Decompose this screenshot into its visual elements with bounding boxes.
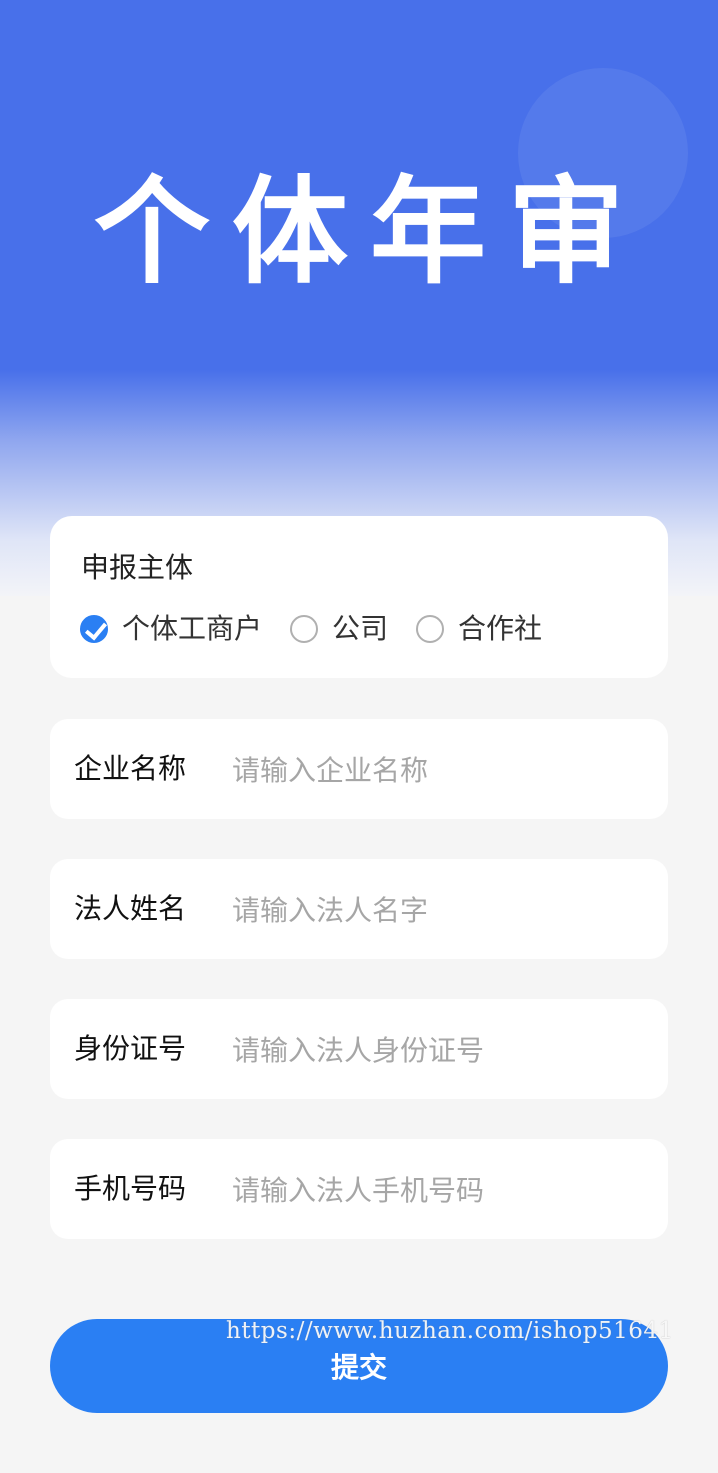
company-name-label: 企业名称: [74, 752, 187, 785]
hero-banner: 个体年审: [0, 0, 718, 596]
radio-label-cooperative: 合作社: [458, 612, 543, 645]
legal-person-label: 法人姓名: [74, 892, 187, 925]
radio-company[interactable]: 公司: [290, 612, 388, 646]
subject-label: 申报主体: [81, 551, 194, 584]
checkmark-icon[interactable]: [80, 615, 108, 643]
radio-individual[interactable]: 个体工商户: [80, 612, 262, 646]
page-title: 个体年审: [94, 165, 646, 300]
legal-person-input[interactable]: [230, 883, 654, 937]
radio-cooperative[interactable]: 合作社: [416, 612, 542, 646]
company-name-field: 企业名称: [50, 719, 668, 819]
radio-label-individual: 个体工商户: [122, 612, 263, 645]
legal-person-field: 法人姓名: [50, 859, 668, 959]
id-number-label: 身份证号: [74, 1032, 187, 1065]
id-number-input[interactable]: [230, 1023, 654, 1077]
radio-circle-icon[interactable]: [290, 615, 319, 643]
subject-radio-group: 个体工商户 公司 合作社: [80, 612, 570, 646]
subject-card: 申报主体 个体工商户 公司 合作社: [50, 516, 668, 678]
phone-field: 手机号码: [50, 1139, 668, 1239]
watermark: https://www.huzhan.com/ishop51641: [226, 1318, 674, 1344]
phone-label: 手机号码: [74, 1172, 187, 1205]
phone-input[interactable]: [230, 1163, 654, 1217]
company-name-input[interactable]: [230, 743, 654, 797]
radio-circle-icon[interactable]: [416, 615, 445, 643]
radio-label-company: 公司: [332, 612, 389, 645]
id-number-field: 身份证号: [50, 999, 668, 1099]
